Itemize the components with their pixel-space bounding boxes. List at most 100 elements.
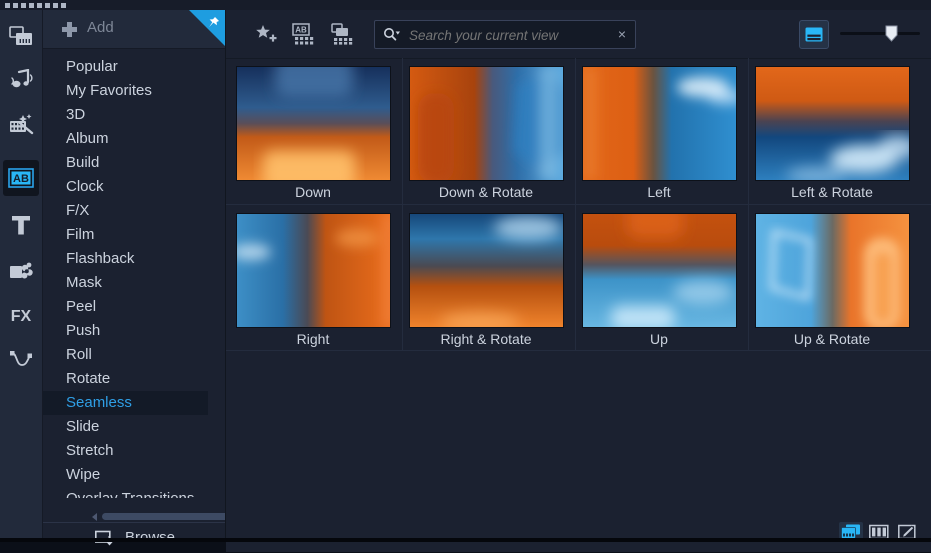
right-rotate-thumbnail[interactable] (409, 213, 564, 328)
rail-item-audio[interactable] (3, 62, 39, 98)
ab-transition-icon: AB (8, 168, 34, 188)
show-transitions-button[interactable]: AB (289, 19, 319, 49)
media-library-icon (9, 26, 32, 45)
left-thumbnail[interactable] (582, 66, 737, 181)
search-input[interactable] (407, 25, 606, 46)
rail-item-media[interactable] (3, 18, 39, 54)
transition-grid: Down Down & Rotate Left Left & Rotate Ri… (226, 58, 931, 512)
clear-x-icon[interactable]: × (615, 25, 629, 43)
library-icon-rail: AB FX (0, 10, 43, 542)
panel-drag-grip[interactable] (0, 0, 931, 10)
down-rotate-thumbnail[interactable] (409, 66, 564, 181)
slider-track (840, 32, 920, 35)
grip-dot (37, 3, 42, 8)
grip-dots (5, 3, 66, 8)
transition-item[interactable]: Down & Rotate (401, 58, 577, 204)
category-item[interactable]: F/X (43, 199, 208, 223)
music-note-icon (11, 69, 33, 88)
library-panel: Add Popular My Favorites 3D Album Build Clock… (43, 10, 263, 546)
category-item[interactable]: Rotate (43, 367, 208, 391)
add-button-label[interactable]: Add (87, 19, 114, 36)
scroll-left-button[interactable] (89, 511, 100, 522)
add-bar: Add (43, 10, 225, 49)
thumbnail-view-toggle-button[interactable] (799, 20, 829, 49)
transitions-library-window: AB FX Add Popular My Favorites 3D Album … (0, 0, 931, 552)
rail-item-titles[interactable] (3, 207, 39, 243)
transition-label: Up (650, 331, 668, 347)
category-item[interactable]: Push (43, 319, 208, 343)
motion-path-icon (10, 351, 32, 366)
transition-item[interactable]: Left & Rotate (747, 58, 923, 204)
category-item[interactable]: Mask (43, 271, 208, 295)
transition-label: Up & Rotate (793, 331, 871, 347)
category-item[interactable]: Stretch (43, 439, 208, 463)
category-item[interactable]: Film (43, 223, 208, 247)
category-item[interactable]: Peel (43, 295, 208, 319)
transition-item[interactable]: Right (228, 205, 404, 351)
horizontal-scroll-thumb[interactable] (102, 513, 244, 520)
rail-item-graphics[interactable] (3, 252, 39, 288)
graphics-flower-icon (10, 262, 33, 278)
right-thumbnail[interactable] (236, 213, 391, 328)
content-status-bar (226, 512, 931, 552)
add-to-favorites-button[interactable] (251, 19, 281, 49)
category-item[interactable]: My Favorites (43, 79, 208, 103)
category-list: Popular My Favorites 3D Album Build Clock F/X F… (43, 55, 208, 498)
grip-dot (45, 3, 50, 8)
rail-item-path[interactable] (3, 342, 39, 378)
transition-item[interactable]: Left (574, 58, 750, 204)
svg-text:AB: AB (13, 173, 29, 185)
search-box[interactable]: × (374, 20, 636, 49)
magic-wand-filmstrip-icon (9, 114, 33, 135)
grip-dot (5, 3, 10, 8)
chevron-left-icon (92, 512, 97, 521)
window-bottom-edge (0, 538, 931, 542)
content-toolbar: AB Search your current view × (226, 10, 931, 59)
rail-item-fx[interactable]: FX (3, 297, 39, 333)
plus-icon (62, 22, 77, 37)
transition-item[interactable]: Up & Rotate (747, 205, 923, 351)
star-plus-icon (256, 25, 277, 42)
category-item[interactable]: Build (43, 151, 208, 175)
transition-item[interactable]: Right & Rotate (401, 205, 577, 351)
category-item[interactable]: Seamless (43, 391, 208, 415)
up-thumbnail[interactable] (582, 213, 737, 328)
transition-item[interactable]: Down (228, 58, 404, 204)
down-thumbnail[interactable] (236, 66, 391, 181)
up-rotate-thumbnail[interactable] (755, 213, 910, 328)
content-area: AB Search your current view × Down Down … (225, 10, 931, 552)
category-item[interactable]: Overlay Transitions (43, 487, 208, 498)
category-item[interactable]: Popular (43, 55, 208, 79)
search-dropdown-icon[interactable] (383, 27, 401, 47)
pin-panel-button[interactable] (189, 10, 225, 46)
thumbnail-size-slider[interactable] (840, 24, 920, 44)
transition-label: Left (647, 184, 671, 200)
grip-dot (29, 3, 34, 8)
rail-item-transitions[interactable]: AB (3, 160, 39, 196)
rail-item-effects[interactable] (3, 106, 39, 142)
category-item[interactable]: Slide (43, 415, 208, 439)
category-item[interactable]: 3D (43, 103, 208, 127)
text-t-icon (12, 216, 30, 235)
large-thumbnail-view-icon (805, 27, 823, 42)
slider-handle[interactable] (885, 25, 898, 42)
left-rotate-thumbnail[interactable] (755, 66, 910, 181)
filmstrip-grid-icon (331, 23, 353, 45)
category-item[interactable]: Album (43, 127, 208, 151)
transition-label: Down (295, 184, 331, 200)
pushpin-icon (209, 17, 219, 27)
transition-item[interactable]: Up (574, 205, 750, 351)
grip-dot (61, 3, 66, 8)
grip-dot (13, 3, 18, 8)
category-item[interactable]: Clock (43, 175, 208, 199)
category-list-viewport: Popular My Favorites 3D Album Build Clock F/X F… (43, 48, 225, 511)
show-media-button[interactable] (328, 19, 358, 49)
category-item[interactable]: Wipe (43, 463, 208, 487)
category-item[interactable]: Flashback (43, 247, 208, 271)
category-item[interactable]: Roll (43, 343, 208, 367)
transition-label: Right & Rotate (440, 331, 532, 347)
grip-dot (53, 3, 58, 8)
svg-text:AB: AB (295, 26, 307, 35)
ab-grid-icon: AB (292, 23, 314, 45)
svg-text:FX: FX (11, 308, 32, 325)
